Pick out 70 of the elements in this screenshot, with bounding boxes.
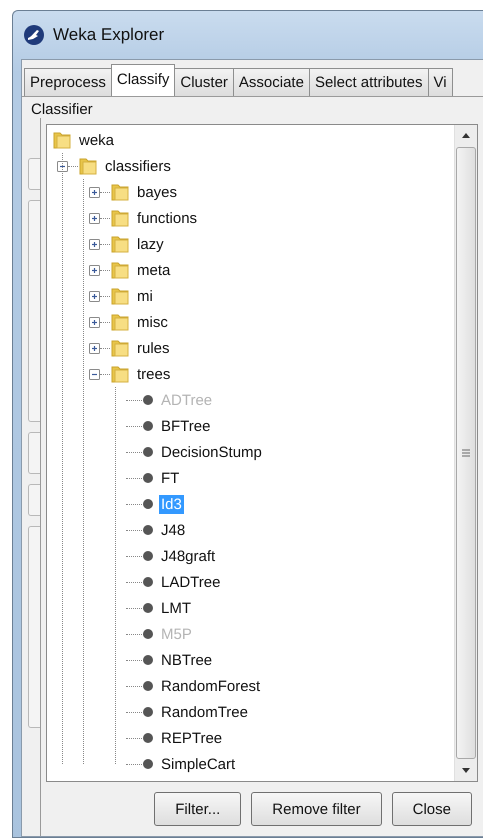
tree-item[interactable]: RandomForest	[159, 676, 262, 696]
tree-item[interactable]: classifiers	[103, 156, 173, 176]
tree-item[interactable]: LMT	[159, 598, 193, 618]
folder-icon	[110, 312, 130, 332]
tree-item[interactable]: RandomTree	[159, 702, 250, 722]
expand-icon[interactable]	[89, 186, 100, 198]
leaf-bullet-icon	[142, 498, 154, 510]
tree-item[interactable]: lazy	[135, 234, 166, 254]
folder-icon	[78, 156, 98, 176]
tree-item[interactable]: trees	[135, 364, 172, 384]
leaf-bullet-icon	[142, 732, 154, 744]
folder-icon	[110, 338, 130, 358]
tree-item[interactable]: FT	[159, 468, 182, 488]
leaf-bullet-icon	[142, 472, 154, 484]
expand-icon[interactable]	[89, 238, 100, 250]
expand-icon[interactable]	[89, 264, 100, 276]
dialog-button[interactable]: Remove filter	[251, 792, 382, 826]
scroll-thumb[interactable]	[456, 147, 476, 759]
tree-item[interactable]: LADTree	[159, 572, 222, 592]
leaf-bullet-icon	[142, 758, 154, 770]
tree-item[interactable]: mi	[135, 286, 155, 306]
leaf-bullet-icon	[142, 446, 154, 458]
dialog-button[interactable]: Close	[392, 792, 472, 826]
leaf-bullet-icon	[142, 628, 154, 640]
tree-item[interactable]: BFTree	[159, 416, 212, 436]
dialog-button[interactable]: Filter...	[154, 792, 242, 826]
tree-item[interactable]: functions	[135, 208, 200, 228]
leaf-bullet-icon	[142, 576, 154, 588]
expand-icon[interactable]	[89, 290, 100, 302]
leaf-bullet-icon	[142, 654, 154, 666]
bird-logo-icon	[23, 24, 45, 46]
tree-item[interactable]: J48	[159, 520, 188, 540]
tree-item[interactable]: bayes	[135, 182, 180, 202]
expand-icon[interactable]	[89, 316, 100, 328]
leaf-bullet-icon	[142, 680, 154, 692]
tab[interactable]: Associate	[232, 68, 310, 96]
tree-item[interactable]: DecisionStump	[159, 442, 264, 462]
window-title: Weka Explorer	[53, 25, 164, 45]
tree-item[interactable]: meta	[135, 260, 172, 280]
leaf-bullet-icon	[142, 394, 154, 406]
tree-item[interactable]: weka	[77, 130, 116, 150]
tree-item[interactable]: misc	[135, 312, 170, 332]
leaf-bullet-icon	[142, 602, 154, 614]
grip-icon	[461, 448, 471, 458]
folder-icon	[110, 182, 130, 202]
expand-icon[interactable]	[89, 342, 100, 354]
tree-item[interactable]: REPTree	[159, 728, 224, 748]
scrollbar[interactable]	[454, 125, 477, 781]
folder-icon	[110, 208, 130, 228]
tree-item[interactable]: J48graft	[159, 546, 218, 566]
collapse-icon[interactable]	[89, 368, 100, 380]
tab[interactable]: Preprocess	[24, 68, 112, 96]
tree-item[interactable]: NBTree	[159, 650, 214, 670]
folder-icon	[110, 260, 130, 280]
tree-item[interactable]: SimpleCart	[159, 754, 238, 774]
leaf-bullet-icon	[142, 706, 154, 718]
tab[interactable]: Cluster	[174, 68, 234, 96]
collapse-icon[interactable]	[57, 160, 68, 172]
folder-icon	[52, 130, 72, 150]
tab[interactable]: Vi	[428, 68, 453, 96]
tree-item[interactable]: rules	[135, 338, 172, 358]
folder-icon	[110, 286, 130, 306]
tab[interactable]: Select attributes	[308, 68, 429, 96]
leaf-bullet-icon	[142, 420, 154, 432]
folder-icon	[110, 234, 130, 254]
expand-icon[interactable]	[89, 212, 100, 224]
tab[interactable]: Classify	[110, 64, 176, 96]
folder-icon	[110, 364, 130, 384]
leaf-bullet-icon	[142, 550, 154, 562]
leaf-bullet-icon	[142, 524, 154, 536]
